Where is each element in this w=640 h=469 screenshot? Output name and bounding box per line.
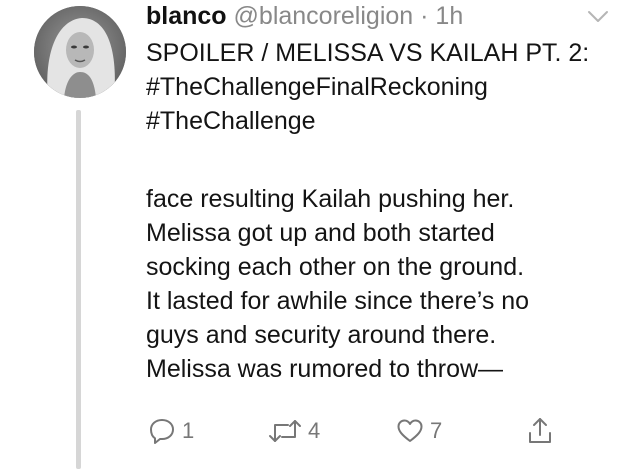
retweet-count: 4: [308, 418, 321, 443]
reply-count: 1: [182, 418, 195, 443]
tweet-body: face resulting Kailah pushing her. Melis…: [146, 182, 616, 386]
heart-icon: [397, 419, 423, 442]
title-text: SPOILER / MELISSA VS KAILAH PT. 2:: [146, 39, 590, 67]
retweet-button[interactable]: 4: [268, 412, 320, 450]
avatar[interactable]: [34, 6, 126, 98]
user-handle[interactable]: @blancoreligion: [234, 2, 414, 30]
like-count: 7: [430, 418, 443, 443]
action-bar: 1 4 7: [146, 412, 576, 450]
tweet-title: SPOILER / MELISSA VS KAILAH PT. 2: #TheC…: [146, 36, 616, 138]
chevron-down-icon[interactable]: [586, 8, 610, 26]
tweet-header: blanco @blancoreligion · 1h: [146, 0, 463, 32]
share-icon: [529, 418, 551, 443]
separator-dot: ·: [420, 2, 429, 30]
reply-icon: [150, 419, 174, 444]
reply-button[interactable]: 1: [148, 412, 194, 450]
retweet-icon: [269, 420, 301, 442]
hashtag-link[interactable]: #TheChallengeFinalReckoning: [146, 73, 488, 101]
display-name[interactable]: blanco: [146, 2, 227, 30]
thread-line: [76, 110, 81, 469]
hashtag-link[interactable]: #TheChallenge: [146, 107, 316, 135]
like-button[interactable]: 7: [396, 412, 442, 450]
tweet-body-text: face resulting Kailah pushing her. Melis…: [146, 185, 530, 383]
avatar-image: [34, 6, 126, 98]
timestamp[interactable]: 1h: [435, 2, 463, 30]
share-button[interactable]: [526, 412, 554, 450]
tweet[interactable]: blanco @blancoreligion · 1h SPOILER / ME…: [0, 0, 640, 469]
